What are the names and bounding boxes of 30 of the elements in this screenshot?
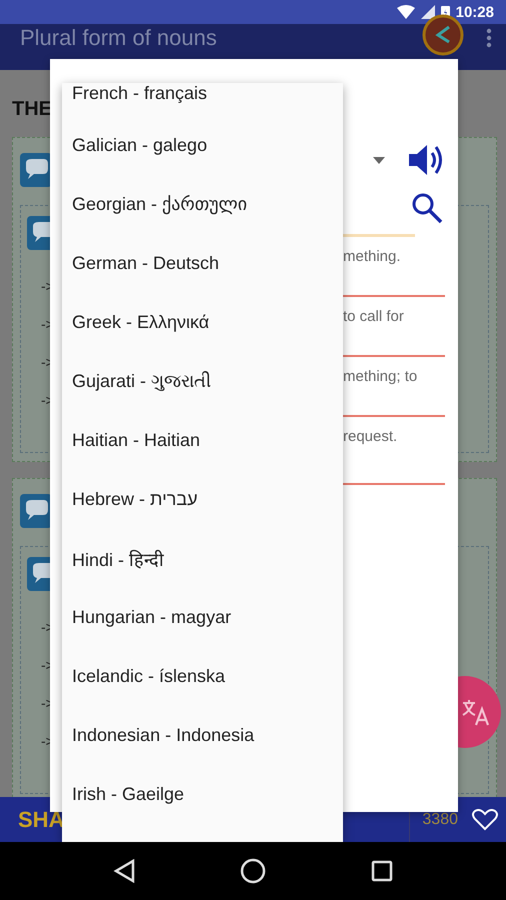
wifi-icon	[396, 5, 415, 19]
language-option[interactable]: Georgian - ქართული	[62, 175, 343, 234]
language-option[interactable]: Icelandic - íslenska	[62, 647, 343, 706]
language-option[interactable]: Indonesian - Indonesia	[62, 706, 343, 765]
recents-icon[interactable]	[371, 860, 394, 882]
speaker-icon[interactable]	[407, 142, 445, 178]
language-option[interactable]: Hebrew - עברית	[62, 470, 343, 529]
chat-icon	[20, 494, 52, 528]
language-option[interactable]: Irish - Gaeilge	[62, 765, 343, 824]
section-heading: THE	[12, 98, 52, 120]
app-title: Plural form of nouns	[20, 25, 218, 51]
language-option[interactable]: Galician - galego	[62, 116, 343, 175]
language-option[interactable]: French - français	[62, 83, 343, 116]
overflow-menu-icon[interactable]	[486, 28, 492, 48]
like-count: 3380	[422, 810, 458, 828]
signal-icon	[420, 5, 435, 19]
home-icon[interactable]	[240, 858, 266, 884]
heart-icon[interactable]	[472, 808, 498, 830]
status-time: 10:28	[456, 4, 494, 20]
language-option[interactable]: Haitian - Haitian	[62, 411, 343, 470]
language-option[interactable]: Greek - Ελληνικά	[62, 293, 343, 352]
chat-icon	[20, 153, 52, 187]
search-icon[interactable]	[411, 192, 443, 224]
language-option[interactable]: Gujarati - ગુજરાતી	[62, 352, 343, 411]
language-option[interactable]: German - Deutsch	[62, 234, 343, 293]
language-option[interactable]: Hungarian - magyar	[62, 588, 343, 647]
dropdown-caret-icon[interactable]	[373, 156, 385, 164]
translate-icon	[461, 697, 491, 727]
back-icon[interactable]	[112, 859, 135, 883]
language-option[interactable]: Hindi - हिन्दी	[62, 529, 343, 588]
